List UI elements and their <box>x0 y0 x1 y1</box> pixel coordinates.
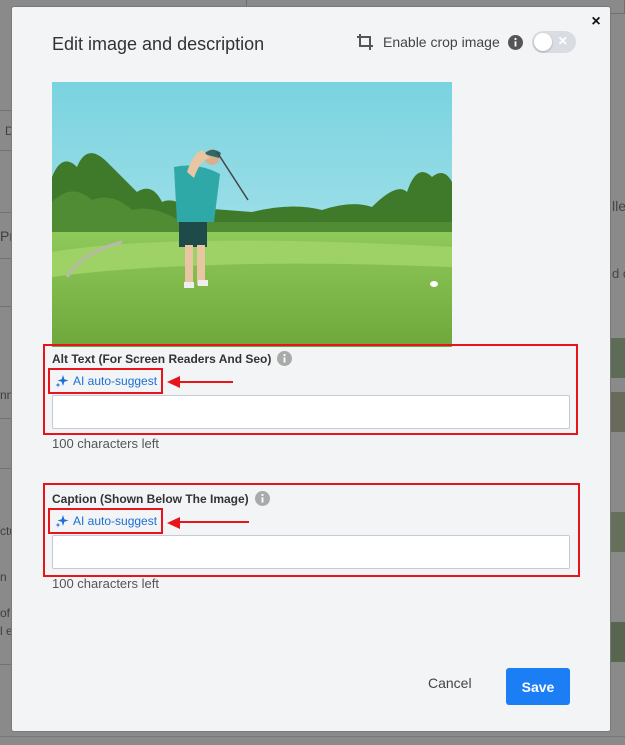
background-footer <box>0 736 625 745</box>
background-text: of <box>0 606 11 620</box>
alt-text-input[interactable] <box>52 395 570 429</box>
alt-text-label: Alt Text (For Screen Readers And Seo) <box>52 351 272 366</box>
arrow-left-icon <box>167 376 233 388</box>
background-divider <box>0 150 12 151</box>
background-divider <box>0 212 12 213</box>
ai-suggest-label: AI auto-suggest <box>73 514 158 528</box>
background-text: l e <box>0 624 13 638</box>
caption-chars-left: 100 characters left <box>52 576 159 591</box>
background-text: d o <box>612 266 625 281</box>
toggle-knob <box>533 33 552 51</box>
caption-label-row: Caption (Shown Below The Image) <box>52 491 270 506</box>
save-button[interactable]: Save <box>506 668 570 705</box>
background-text: n <box>0 570 7 584</box>
image-preview <box>52 82 452 347</box>
caption-input[interactable] <box>52 535 570 569</box>
background-divider <box>0 418 12 419</box>
caption-label: Caption (Shown Below The Image) <box>52 491 249 506</box>
background-thumbnail <box>610 338 625 378</box>
background-divider <box>0 258 12 259</box>
edit-image-modal: Edit image and description Enable crop i… <box>12 7 610 731</box>
background-divider <box>0 110 12 111</box>
sparkle-icon <box>55 375 69 388</box>
golfer-photo <box>52 82 452 347</box>
background-text: lle <box>612 198 625 214</box>
caption-ai-suggest-link[interactable]: AI auto-suggest <box>55 514 157 528</box>
info-icon[interactable] <box>254 491 270 506</box>
alt-text-label-row: Alt Text (For Screen Readers And Seo) <box>52 351 293 366</box>
background-divider <box>0 664 12 665</box>
alt-text-ai-suggest-link[interactable]: AI auto-suggest <box>55 374 157 388</box>
background-divider <box>0 306 12 307</box>
ai-suggest-label: AI auto-suggest <box>73 374 158 388</box>
alt-text-chars-left: 100 characters left <box>52 436 159 451</box>
crop-toggle[interactable]: ✕ <box>531 31 576 53</box>
background-divider <box>0 468 12 469</box>
modal-title: Edit image and description <box>52 34 265 54</box>
close-icon[interactable]: × <box>588 13 604 31</box>
info-icon[interactable] <box>277 351 293 366</box>
background-left-panel: D Pr nn ctu n of l e <box>0 0 16 745</box>
crop-label: Enable crop image <box>383 34 500 50</box>
toggle-off-icon: ✕ <box>557 34 568 48</box>
background-thumbnail <box>610 392 625 432</box>
sparkle-icon <box>55 515 69 528</box>
crop-toggle-row: Enable crop image ✕ <box>356 31 576 53</box>
background-thumbnail <box>610 622 625 662</box>
arrow-left-icon <box>167 517 249 529</box>
background-right-panel: lle d o <box>610 0 625 745</box>
info-icon[interactable] <box>507 34 523 50</box>
crop-icon <box>356 33 374 51</box>
cancel-button[interactable]: Cancel <box>428 675 472 691</box>
background-thumbnail <box>610 512 625 552</box>
